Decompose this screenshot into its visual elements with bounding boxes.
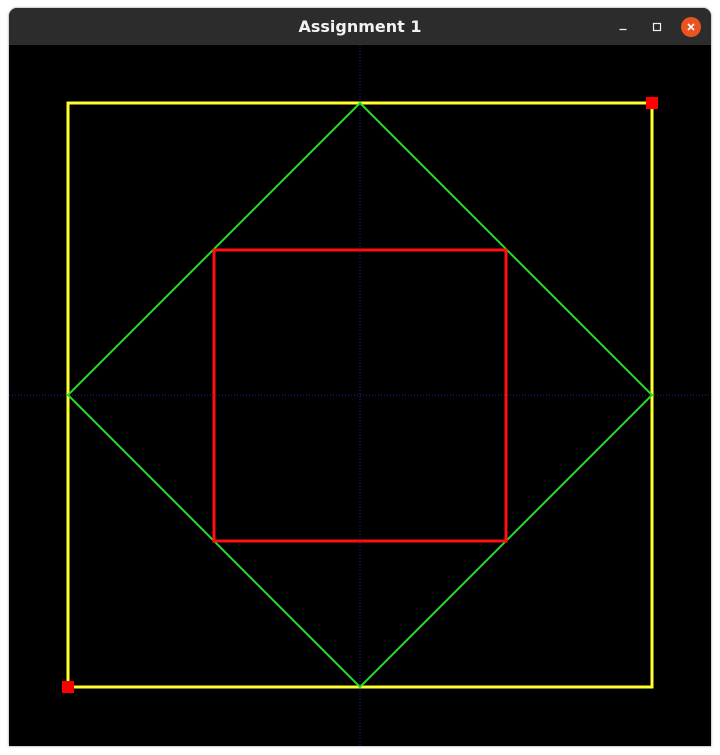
close-button[interactable] — [681, 17, 701, 37]
drawing-canvas[interactable] — [9, 45, 711, 746]
title-bar[interactable]: Assignment 1 — [9, 8, 711, 45]
maximize-button[interactable] — [647, 17, 667, 37]
close-icon — [686, 22, 696, 32]
control-point-top-right[interactable] — [646, 97, 658, 109]
drawing-surface — [9, 45, 711, 746]
window-title: Assignment 1 — [298, 17, 422, 36]
minimize-icon — [618, 22, 628, 32]
app-window: Assignment 1 — [9, 8, 711, 746]
control-point-bottom-left[interactable] — [62, 681, 74, 693]
maximize-icon — [652, 22, 662, 32]
minimize-button[interactable] — [613, 17, 633, 37]
